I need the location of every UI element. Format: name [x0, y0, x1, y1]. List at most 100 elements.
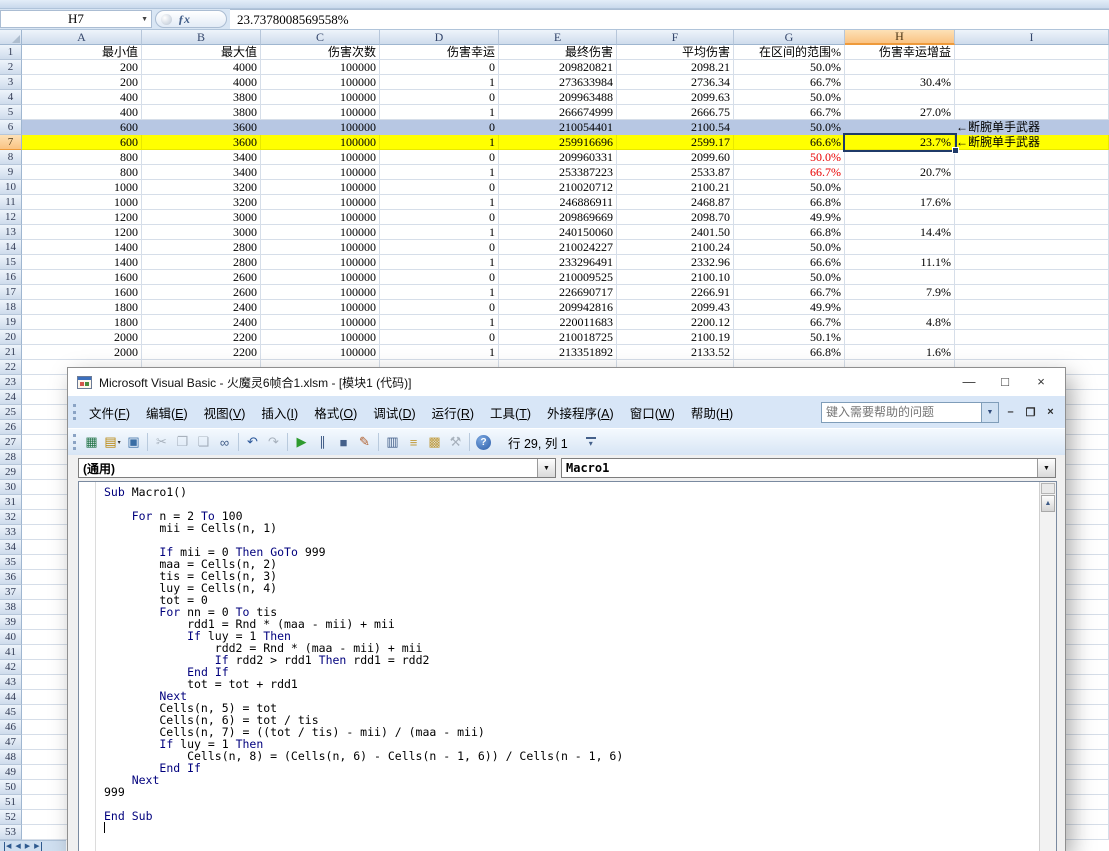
cell[interactable]: 50.0%	[734, 270, 845, 285]
cell[interactable]	[845, 270, 955, 285]
row-header-16[interactable]: 16	[0, 270, 22, 285]
cell[interactable]	[955, 315, 1109, 330]
cell[interactable]: 3200	[142, 195, 261, 210]
row-header-18[interactable]: 18	[0, 300, 22, 315]
cell[interactable]	[845, 330, 955, 345]
cell[interactable]: 2100.24	[617, 240, 734, 255]
cell[interactable]: 66.7%	[734, 315, 845, 330]
cell[interactable]: 2800	[142, 255, 261, 270]
toolbar-drag-handle[interactable]	[73, 434, 76, 450]
cell[interactable]: 2400	[142, 315, 261, 330]
cell[interactable]: 20.7%	[845, 165, 955, 180]
cell[interactable]: 0	[380, 90, 499, 105]
cell[interactable]: 2332.96	[617, 255, 734, 270]
cell[interactable]	[955, 150, 1109, 165]
row-header-32[interactable]: 32	[0, 510, 22, 525]
cell[interactable]: 100000	[261, 300, 380, 315]
row-header-13[interactable]: 13	[0, 225, 22, 240]
cell[interactable]	[955, 300, 1109, 315]
cell[interactable]	[845, 150, 955, 165]
cell[interactable]: 210054401	[499, 120, 617, 135]
cell[interactable]: 100000	[261, 315, 380, 330]
cell[interactable]: 210009525	[499, 270, 617, 285]
cell[interactable]: 209960331	[499, 150, 617, 165]
select-all-corner[interactable]	[0, 30, 22, 45]
cell[interactable]	[955, 255, 1109, 270]
cell[interactable]: 1	[380, 255, 499, 270]
cell[interactable]: 253387223	[499, 165, 617, 180]
cell[interactable]: 7.9%	[845, 285, 955, 300]
cell[interactable]: 209942816	[499, 300, 617, 315]
cell[interactable]	[955, 240, 1109, 255]
cell[interactable]	[955, 165, 1109, 180]
row-header-29[interactable]: 29	[0, 465, 22, 480]
cell[interactable]: 50.0%	[734, 120, 845, 135]
cell[interactable]: 11.1%	[845, 255, 955, 270]
cell[interactable]: 2800	[142, 240, 261, 255]
cell[interactable]: 100000	[261, 150, 380, 165]
object-combo[interactable]: (通用) ▼	[78, 458, 556, 478]
cell[interactable]: 100000	[261, 180, 380, 195]
row-header-30[interactable]: 30	[0, 480, 22, 495]
row-header-27[interactable]: 27	[0, 435, 22, 450]
cell[interactable]: 50.0%	[734, 240, 845, 255]
formula-input[interactable]: 23.7378008569558%	[230, 9, 1109, 29]
cell[interactable]: 100000	[261, 105, 380, 120]
cell[interactable]: 30.4%	[845, 75, 955, 90]
cell[interactable]: 0	[380, 120, 499, 135]
cell[interactable]: 0	[380, 300, 499, 315]
break-icon[interactable]: ∥	[312, 432, 333, 453]
row-header-46[interactable]: 46	[0, 720, 22, 735]
procedure-combo[interactable]: Macro1 ▼	[561, 458, 1056, 478]
toolbar-options-chevron-icon[interactable]: ▾	[586, 437, 596, 447]
row-header-41[interactable]: 41	[0, 645, 22, 660]
cell[interactable]: 66.8%	[734, 345, 845, 360]
row-header-49[interactable]: 49	[0, 765, 22, 780]
column-header-E[interactable]: E	[499, 30, 617, 45]
cell[interactable]: 1000	[22, 195, 142, 210]
row-header-6[interactable]: 6	[0, 120, 22, 135]
cell[interactable]: 200	[22, 75, 142, 90]
cell[interactable]: 66.8%	[734, 195, 845, 210]
row-header-43[interactable]: 43	[0, 675, 22, 690]
cell[interactable]: 50.1%	[734, 330, 845, 345]
view-excel-icon[interactable]: ▦	[81, 432, 102, 453]
row-header-15[interactable]: 15	[0, 255, 22, 270]
cell[interactable]: 23.7%	[845, 135, 955, 150]
cell[interactable]: 最大值	[142, 45, 261, 60]
cell[interactable]	[845, 180, 955, 195]
cell[interactable]: 2099.60	[617, 150, 734, 165]
cell[interactable]: 1600	[22, 270, 142, 285]
mdi-close-button[interactable]: ×	[1042, 406, 1059, 418]
object-combo-dropdown-icon[interactable]: ▼	[537, 459, 555, 477]
insert-userform-icon[interactable]: ▤▾	[102, 432, 123, 453]
cell[interactable]	[845, 240, 955, 255]
reset-icon[interactable]: ■	[333, 432, 354, 453]
cell[interactable]: 100000	[261, 195, 380, 210]
cell[interactable]: 2600	[142, 270, 261, 285]
cut-icon[interactable]: ✂	[151, 432, 172, 453]
row-header-31[interactable]: 31	[0, 495, 22, 510]
cell[interactable]: 100000	[261, 90, 380, 105]
toolbox-icon[interactable]: ⚒	[445, 432, 466, 453]
cell[interactable]: 伤害幸运	[380, 45, 499, 60]
cell[interactable]	[955, 270, 1109, 285]
cell[interactable]: 3400	[142, 165, 261, 180]
cell[interactable]: 100000	[261, 210, 380, 225]
row-header-9[interactable]: 9	[0, 165, 22, 180]
cell[interactable]: 200	[22, 60, 142, 75]
cell[interactable]: 2266.91	[617, 285, 734, 300]
undo-icon[interactable]: ↶	[242, 432, 263, 453]
row-header-42[interactable]: 42	[0, 660, 22, 675]
row-header-3[interactable]: 3	[0, 75, 22, 90]
cell[interactable]: 14.4%	[845, 225, 955, 240]
sheet-nav-last-button[interactable]: ▶	[34, 842, 41, 851]
cell[interactable]: 1	[380, 165, 499, 180]
row-header-53[interactable]: 53	[0, 825, 22, 840]
cell[interactable]: 66.8%	[734, 225, 845, 240]
cell[interactable]: 100000	[261, 75, 380, 90]
column-header-F[interactable]: F	[617, 30, 734, 45]
column-header-D[interactable]: D	[380, 30, 499, 45]
code-scrollbar[interactable]: ▲	[1039, 482, 1056, 851]
cell[interactable]: 100000	[261, 345, 380, 360]
